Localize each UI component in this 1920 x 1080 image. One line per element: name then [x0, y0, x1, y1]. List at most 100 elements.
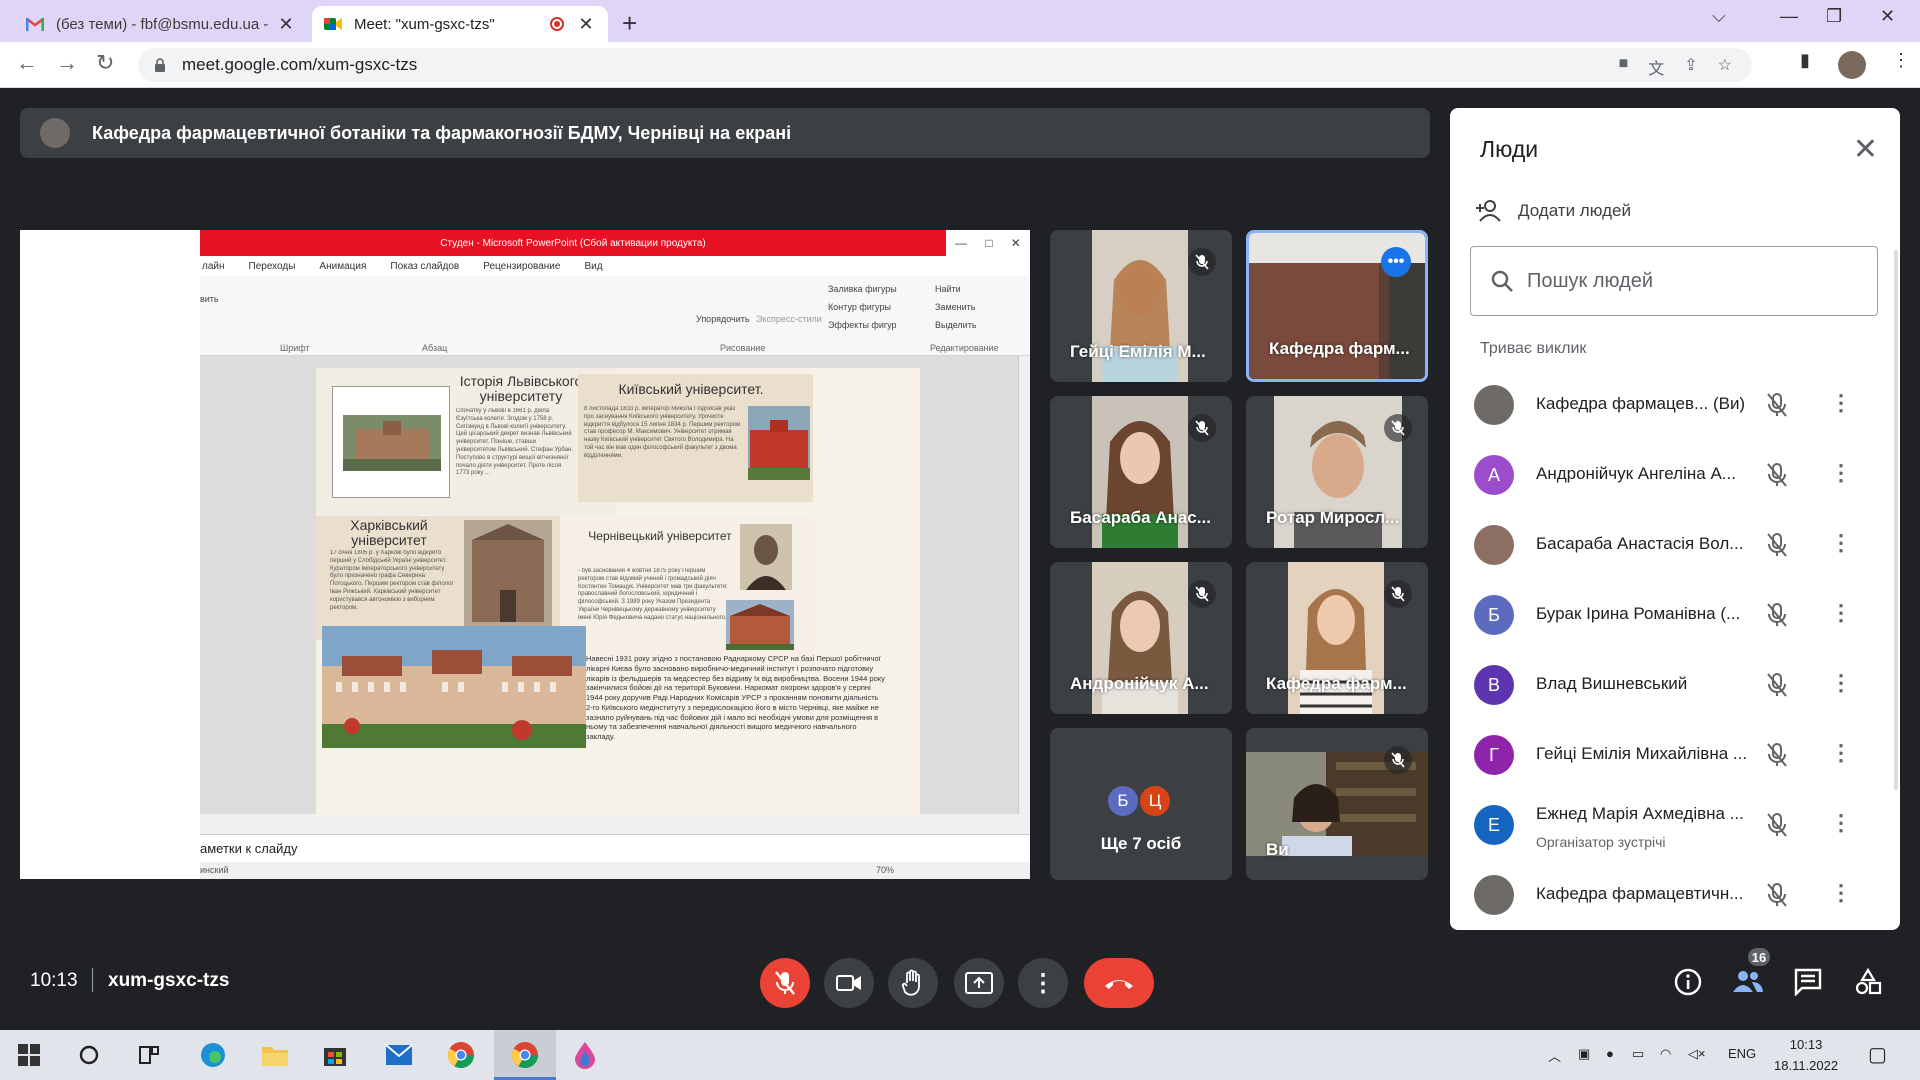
forward-icon[interactable]: → [56, 50, 78, 76]
people-list-item[interactable]: Басараба Анастасія Вол... ⋮ [1450, 510, 1880, 580]
tray-mic-icon[interactable]: ● [1606, 1046, 1614, 1061]
wifi-icon[interactable]: ◠ [1660, 1046, 1671, 1062]
participant-tile[interactable]: Басараба Анас... [1050, 396, 1232, 548]
lock-icon [155, 58, 165, 72]
leave-call-button[interactable] [1084, 958, 1154, 1008]
kharkiv-building-image [464, 520, 552, 630]
mic-off-icon[interactable] [1766, 812, 1788, 843]
participant-tile[interactable]: Ротар Миросл... [1246, 396, 1428, 548]
ppt-cmd: Упорядочить [696, 314, 750, 324]
share-icon[interactable]: ⇪ [1684, 55, 1697, 79]
people-list-item[interactable]: Кафедра фармацев... (Ви) ⋮ [1450, 370, 1880, 440]
search-circle-icon[interactable] [74, 1040, 104, 1070]
tray-app-icon[interactable]: ▣ [1578, 1046, 1590, 1062]
more-options-icon[interactable]: ⋮ [1830, 390, 1852, 416]
mail-icon[interactable] [384, 1040, 414, 1070]
participant-tile[interactable]: ••• Кафедра фарм... [1246, 230, 1428, 382]
restore-icon[interactable]: ❐ [1826, 6, 1842, 27]
tab-gmail[interactable]: (без теми) - fbf@bsmu.edu.ua - ✕ [14, 6, 308, 42]
activities-button[interactable] [1854, 967, 1882, 1001]
back-icon[interactable]: ← [16, 50, 38, 76]
self-tile[interactable]: Ви [1246, 728, 1428, 880]
more-options-icon[interactable]: ⋮ [1830, 670, 1852, 696]
ppt-zoom: 70% [876, 865, 895, 875]
participant-tile[interactable]: Гейці Емілія М... [1050, 230, 1232, 382]
more-options-icon[interactable]: ⋮ [1830, 460, 1852, 486]
mic-off-icon [1188, 248, 1216, 276]
more-options-icon[interactable]: ⋮ [1830, 810, 1852, 836]
more-options-icon[interactable]: ••• [1381, 247, 1411, 277]
mic-off-icon[interactable] [1766, 532, 1788, 563]
add-people-button[interactable]: Додати людей [1476, 200, 1631, 222]
mic-off-icon[interactable] [1766, 392, 1788, 423]
participant-name: Гейці Емілія М... [1070, 342, 1206, 361]
heading-kharkiv: Харківський університет [350, 517, 428, 549]
people-list-item[interactable]: Г Гейці Емілія Михайлівна ... ⋮ [1450, 720, 1880, 790]
panel-scrollbar[interactable] [1894, 250, 1898, 790]
others-tile[interactable]: Б Ц Ще 7 осіб [1050, 728, 1232, 880]
mic-off-icon [1384, 580, 1412, 608]
present-screen-button[interactable] [954, 958, 1004, 1008]
chat-button[interactable] [1794, 968, 1822, 1001]
people-list-item[interactable]: Б Бурак Ірина Романівна (... ⋮ [1450, 580, 1880, 650]
close-icon[interactable]: ✕ [1853, 132, 1878, 167]
people-button[interactable] [1732, 968, 1764, 999]
ppt-cmd: вить [200, 294, 219, 304]
tab-search-chevron-icon[interactable]: ⌵ [1712, 6, 1726, 27]
people-list-item[interactable]: Кафедра фармацевтичн... ⋮ [1450, 860, 1880, 926]
mic-off-icon[interactable] [1766, 602, 1788, 633]
language-indicator[interactable]: ENG [1728, 1046, 1756, 1061]
task-view-icon[interactable] [134, 1040, 164, 1070]
tray-chevron-icon[interactable]: ︿ [1548, 1046, 1561, 1065]
ppt-status-lang: инский [200, 865, 229, 875]
windows-taskbar: ︿ ▣ ● ▭ ◠ ◁× ENG 10:13 18.11.2022 ▢ [0, 1030, 1920, 1080]
more-options-icon[interactable]: ⋮ [1830, 530, 1852, 556]
bookmark-star-icon[interactable]: ☆ [1718, 55, 1732, 79]
raise-hand-button[interactable] [888, 958, 938, 1008]
windows-start-icon[interactable] [14, 1040, 44, 1070]
chrome-icon[interactable] [446, 1040, 476, 1070]
reload-icon[interactable]: ↻ [96, 50, 114, 76]
file-explorer-icon[interactable] [260, 1040, 290, 1070]
meeting-details-button[interactable] [1674, 968, 1702, 1001]
participant-tile[interactable]: Андронійчук А... [1050, 562, 1232, 714]
menu-dots-icon[interactable]: ⋮ [1892, 50, 1910, 71]
close-window-icon[interactable]: ✕ [1880, 6, 1895, 27]
profile-avatar[interactable] [1838, 51, 1866, 79]
more-options-icon[interactable]: ⋮ [1830, 600, 1852, 626]
people-list-item[interactable]: А Андронійчук Ангеліна А... ⋮ [1450, 440, 1880, 510]
paint-drop-icon[interactable] [570, 1040, 600, 1070]
tab-meet[interactable]: Meet: "xum-gsxc-tzs" ✕ [312, 6, 608, 42]
more-options-button[interactable]: ⋮ [1018, 958, 1068, 1008]
tab-close-icon[interactable]: ✕ [576, 14, 596, 35]
mic-off-icon[interactable] [1766, 462, 1788, 493]
toggle-camera-button[interactable] [824, 958, 874, 1008]
minimize-icon[interactable]: — [1780, 6, 1798, 27]
people-list-item[interactable]: В Влад Вишневський ⋮ [1450, 650, 1880, 720]
store-icon[interactable] [320, 1040, 350, 1070]
more-options-icon[interactable]: ⋮ [1830, 880, 1852, 906]
mic-off-icon[interactable] [1766, 882, 1788, 913]
url-field[interactable]: meet.google.com/xum-gsxc-tzs ■ 文 ⇪ ☆ [138, 48, 1752, 82]
chrome-icon[interactable] [510, 1040, 540, 1070]
taskbar-clock[interactable]: 10:13 18.11.2022 [1774, 1034, 1838, 1076]
participant-tile[interactable]: Кафедра фарм... [1246, 562, 1428, 714]
toggle-mic-button[interactable] [760, 958, 810, 1008]
mic-off-icon[interactable] [1766, 742, 1788, 773]
search-people-input[interactable]: Пошук людей [1470, 246, 1878, 316]
search-icon [1491, 270, 1513, 292]
mic-off-icon[interactable] [1766, 672, 1788, 703]
camera-icon[interactable]: ■ [1619, 55, 1629, 79]
side-panel-icon[interactable]: ▮ [1800, 50, 1810, 71]
people-list-item[interactable]: Е Ежнед Марія Ахмедівна ... Організатор … [1450, 790, 1880, 860]
edge-icon[interactable] [198, 1040, 228, 1070]
ppt-title-bar: Студен - Microsoft PowerPoint (Сбой акти… [200, 230, 946, 256]
minimize-icon: — [955, 236, 968, 250]
volume-mute-icon[interactable]: ◁× [1688, 1046, 1706, 1062]
tab-close-icon[interactable]: ✕ [276, 14, 296, 35]
translate-icon[interactable]: 文 [1648, 55, 1664, 79]
notifications-icon[interactable]: ▢ [1868, 1042, 1887, 1067]
new-tab-button[interactable]: + [622, 8, 637, 39]
battery-icon[interactable]: ▭ [1632, 1046, 1644, 1062]
more-options-icon[interactable]: ⋮ [1830, 740, 1852, 766]
